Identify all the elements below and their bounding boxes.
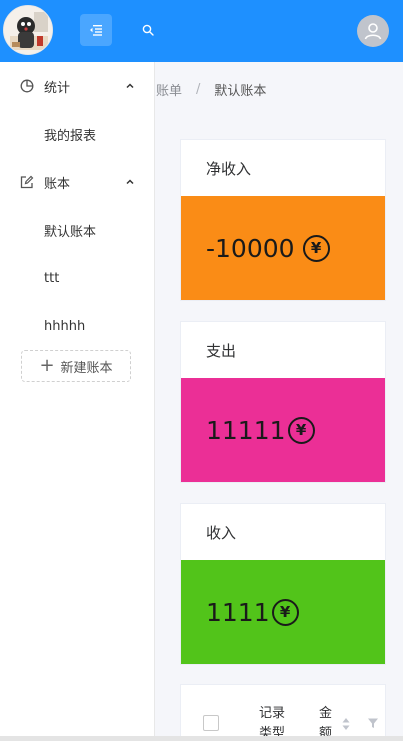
records-table: 记录类型 金额 [180,684,386,741]
top-header [0,0,403,62]
sidebar-item-label: 我的报表 [44,128,97,144]
collapse-menu-button[interactable] [80,14,112,46]
sidebar-group-label: 统计 [44,80,71,96]
menu-fold-icon [90,25,102,36]
sort-icon[interactable] [341,717,351,731]
new-book-label: 新建账本 [60,360,113,376]
pie-chart-icon [20,79,34,93]
yen-icon: ¥ [287,416,315,444]
expense-card: 支出 11111 ¥ [180,321,386,483]
user-avatar[interactable] [357,15,389,47]
card-title: 支出 [206,341,237,360]
chevron-up-icon [126,179,134,185]
horizontal-scrollbar[interactable] [0,736,403,741]
select-all-checkbox[interactable] [203,715,219,731]
breadcrumb: 账单 / 默认账本 [156,78,266,100]
breadcrumb-separator: / [196,81,201,97]
sidebar-group-statistics[interactable]: 统计 [0,62,154,110]
sidebar-group-label: 账本 [44,176,71,192]
search-icon [142,24,154,36]
card-value: 11111 [206,415,286,445]
sidebar-item-ttt[interactable]: ttt [0,254,154,302]
breadcrumb-current: 默认账本 [214,83,267,99]
new-book-button[interactable]: + 新建账本 [21,350,131,382]
income-card: 收入 1111 ¥ [180,503,386,665]
logo[interactable] [3,5,53,55]
net-income-card: 净收入 -10000 ¥ [180,139,386,301]
card-value-area: 1111 ¥ [181,560,385,664]
edit-icon [20,175,34,189]
sidebar-item-hhhhh[interactable]: hhhhh [0,302,154,350]
sidebar-item-my-report[interactable]: 我的报表 [0,110,154,158]
sidebar-group-books[interactable]: 账本 [0,158,154,206]
sidebar-item-label: 默认账本 [44,224,97,240]
sidebar-item-label: ttt [44,270,60,286]
chevron-up-icon [126,83,134,89]
breadcrumb-parent[interactable]: 账单 [156,80,182,99]
search-button[interactable] [132,14,164,46]
yen-icon: ¥ [302,234,330,262]
logo-avatar-icon [4,6,52,54]
card-value: 1111 [206,597,270,627]
card-value: -10000 [206,233,295,263]
card-value-area: -10000 ¥ [181,196,385,300]
sidebar-item-label: hhhhh [44,318,86,334]
plus-icon: + [39,355,55,376]
yen-icon: ¥ [271,598,299,626]
sidebar-item-default-book[interactable]: 默认账本 [0,206,154,254]
card-title: 净收入 [206,159,252,178]
card-value-area: 11111 ¥ [181,378,385,482]
sidebar: 统计 我的报表 账本 默认账本 ttt hhhhh + 新建账本 [0,62,155,741]
card-title: 收入 [206,523,237,542]
user-avatar-icon [364,23,382,40]
filter-icon[interactable] [367,717,379,729]
